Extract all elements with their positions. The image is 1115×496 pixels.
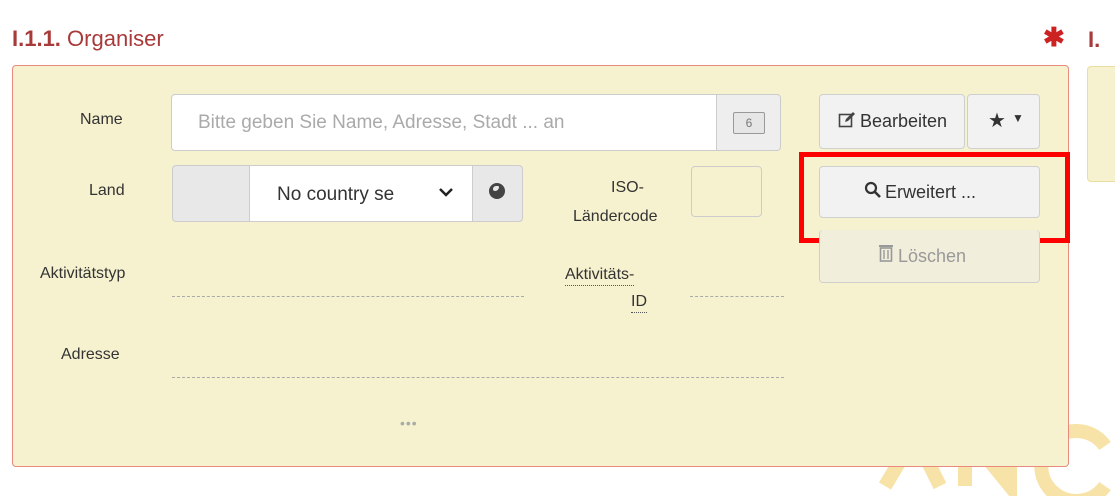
star-icon: ★ — [988, 110, 1006, 132]
name-search-placeholder: Bitte geben Sie Name, Adresse, Stadt ...… — [198, 112, 565, 133]
activity-type-value — [172, 296, 524, 297]
address-label: Adresse — [61, 346, 120, 363]
activity-id-value — [690, 296, 784, 297]
section-number: I.1.1. — [12, 26, 61, 51]
iso-label-line2: Ländercode — [573, 208, 658, 225]
more-toggle[interactable]: ••• — [400, 415, 418, 431]
favorites-dropdown-button[interactable]: ★ ▼ — [967, 94, 1040, 149]
iso-code-field[interactable] — [691, 166, 762, 217]
activity-id-label-line2: ID — [631, 292, 647, 313]
edit-icon — [838, 111, 856, 129]
trash-icon — [878, 244, 894, 262]
required-asterisk-icon: ✱ — [1043, 22, 1065, 52]
land-label: Land — [89, 182, 125, 199]
delete-button[interactable]: Löschen — [819, 230, 1040, 283]
next-section-panel — [1087, 66, 1115, 182]
activity-type-label: Aktivitätstyp — [40, 265, 126, 282]
iso-label-line1: ISO- — [611, 179, 644, 196]
section-title: I.1.1. Organiser — [12, 26, 164, 52]
country-globe-button[interactable] — [472, 165, 523, 222]
country-select[interactable]: No country se — [249, 165, 473, 222]
section-title-text: Organiser — [67, 26, 164, 51]
delete-button-label: Löschen — [898, 246, 967, 266]
name-search-input[interactable]: Bitte geben Sie Name, Adresse, Stadt ...… — [171, 94, 717, 151]
name-input-addon: 6 — [716, 94, 781, 151]
activity-id-label-line1: Aktivitäts- — [565, 265, 635, 286]
globe-icon — [489, 183, 505, 199]
edit-button-label: Bearbeiten — [860, 111, 948, 131]
next-section-label: I. — [1088, 27, 1101, 52]
name-label: Name — [80, 111, 123, 128]
address-value — [172, 377, 784, 378]
country-select-value: No country se — [277, 184, 395, 205]
min-chars-badge: 6 — [733, 112, 765, 134]
caret-down-icon: ▼ — [1012, 111, 1024, 125]
edit-button[interactable]: Bearbeiten — [819, 94, 965, 149]
country-flag-addon — [172, 165, 250, 222]
